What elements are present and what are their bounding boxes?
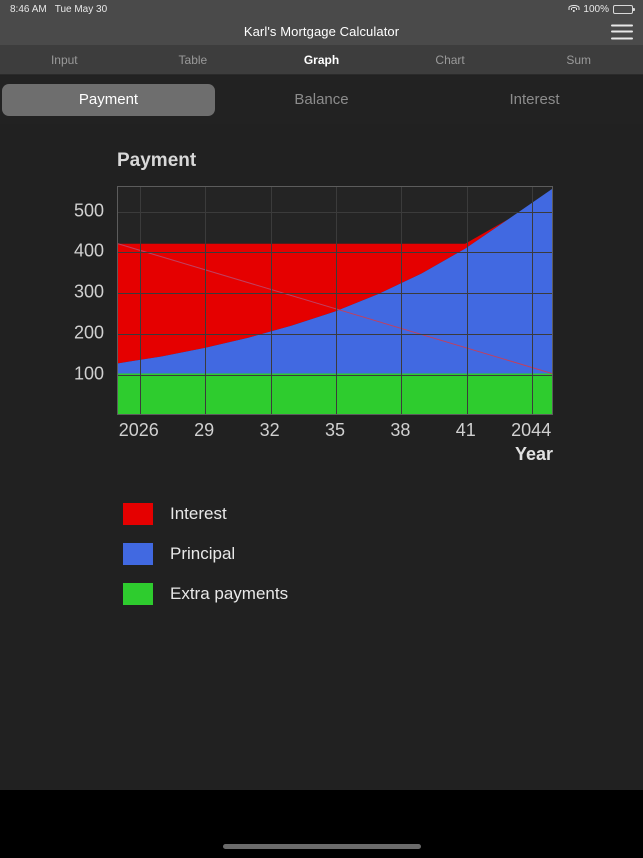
x-axis-tick-label: 41 — [455, 420, 476, 440]
gridline-vertical — [466, 187, 468, 414]
home-indicator[interactable] — [222, 844, 421, 849]
y-axis-tick-label: 100 — [73, 363, 104, 384]
gridline-vertical — [401, 187, 403, 414]
segment-balance[interactable]: Balance — [215, 84, 428, 116]
legend-swatch-extra — [123, 583, 153, 605]
battery-icon — [613, 4, 635, 14]
gridline-horizontal — [118, 334, 552, 336]
bottom-bar — [0, 790, 643, 858]
x-axis-tick-label: 2026 — [118, 420, 159, 440]
chart-title: Payment — [117, 150, 197, 171]
legend-item-interest: Interest — [123, 494, 288, 534]
status-time: 8:46 AM — [10, 3, 47, 15]
x-axis-labels: 2026 29 32 35 38 41 2044 — [117, 420, 553, 448]
segmented-control: Payment Balance Interest — [0, 76, 643, 124]
legend-label-extra: Extra payments — [170, 584, 289, 603]
status-date: Tue May 30 — [54, 3, 108, 15]
chart-canvas[interactable] — [117, 186, 553, 415]
gridline-horizontal — [118, 375, 552, 377]
gridline-vertical — [205, 187, 207, 414]
tab-bar: Input Table Graph Chart Sum — [0, 45, 643, 75]
x-axis-tick-label: 29 — [194, 420, 215, 440]
status-bar-left: 8:46 AM Tue May 30 — [10, 4, 107, 15]
wifi-icon — [568, 4, 580, 14]
tab-input[interactable]: Input — [0, 45, 129, 75]
x-axis-title: Year — [514, 444, 553, 464]
battery-percent: 100% — [583, 3, 609, 15]
chart-plot-area[interactable] — [117, 186, 553, 415]
status-bar-right: 100% — [568, 3, 635, 15]
legend-swatch-principal — [123, 543, 153, 565]
page-title: Karl's Mortgage Calculator — [243, 24, 400, 39]
x-axis-tick-label: 35 — [324, 420, 346, 440]
status-bar: 8:46 AM Tue May 30 100% — [0, 0, 643, 18]
app-root: 8:46 AM Tue May 30 100% Karl's Mortgage … — [0, 0, 643, 858]
legend-label-interest: Interest — [170, 504, 227, 523]
legend-label-principal: Principal — [170, 544, 236, 563]
x-axis-tick-label: 32 — [259, 420, 280, 440]
gridline-vertical — [336, 187, 337, 414]
gridline-vertical — [532, 187, 534, 414]
y-axis-labels: 100 200 300 400 500 — [0, 186, 112, 415]
gridline-horizontal — [118, 293, 552, 295]
nav-bar: Karl's Mortgage Calculator — [0, 18, 643, 45]
gridline-vertical — [139, 187, 141, 414]
tab-chart[interactable]: Chart — [386, 45, 515, 75]
chart-areas — [118, 189, 552, 414]
y-axis-tick-label: 400 — [73, 240, 104, 261]
tab-sum[interactable]: Sum — [514, 45, 643, 75]
segment-payment[interactable]: Payment — [2, 84, 215, 116]
gridline-vertical — [270, 187, 272, 414]
y-axis-tick-label: 500 — [73, 200, 104, 221]
x-axis-tick-label: 38 — [390, 420, 411, 440]
x-axis-tick-label: 2044 — [511, 420, 552, 440]
gridline-horizontal — [118, 211, 552, 213]
area-extra — [118, 373, 552, 414]
main-content: Payment 100 200 300 400 500 2026 29 32 35 38 41 20… — [0, 124, 643, 790]
y-axis-tick-label: 200 — [73, 322, 104, 343]
legend-swatch-interest — [123, 503, 153, 525]
tab-table[interactable]: Table — [129, 45, 258, 75]
legend-item-extra: Extra payments — [123, 574, 288, 614]
hamburger-menu-icon[interactable] — [611, 24, 633, 39]
legend-item-principal: Principal — [123, 534, 288, 574]
segment-interest[interactable]: Interest — [428, 84, 641, 116]
y-axis-tick-label: 300 — [73, 281, 104, 302]
chart-legend: Interest Principal Extra payments — [123, 494, 288, 614]
gridline-horizontal — [118, 252, 552, 254]
tab-graph[interactable]: Graph — [257, 45, 386, 75]
